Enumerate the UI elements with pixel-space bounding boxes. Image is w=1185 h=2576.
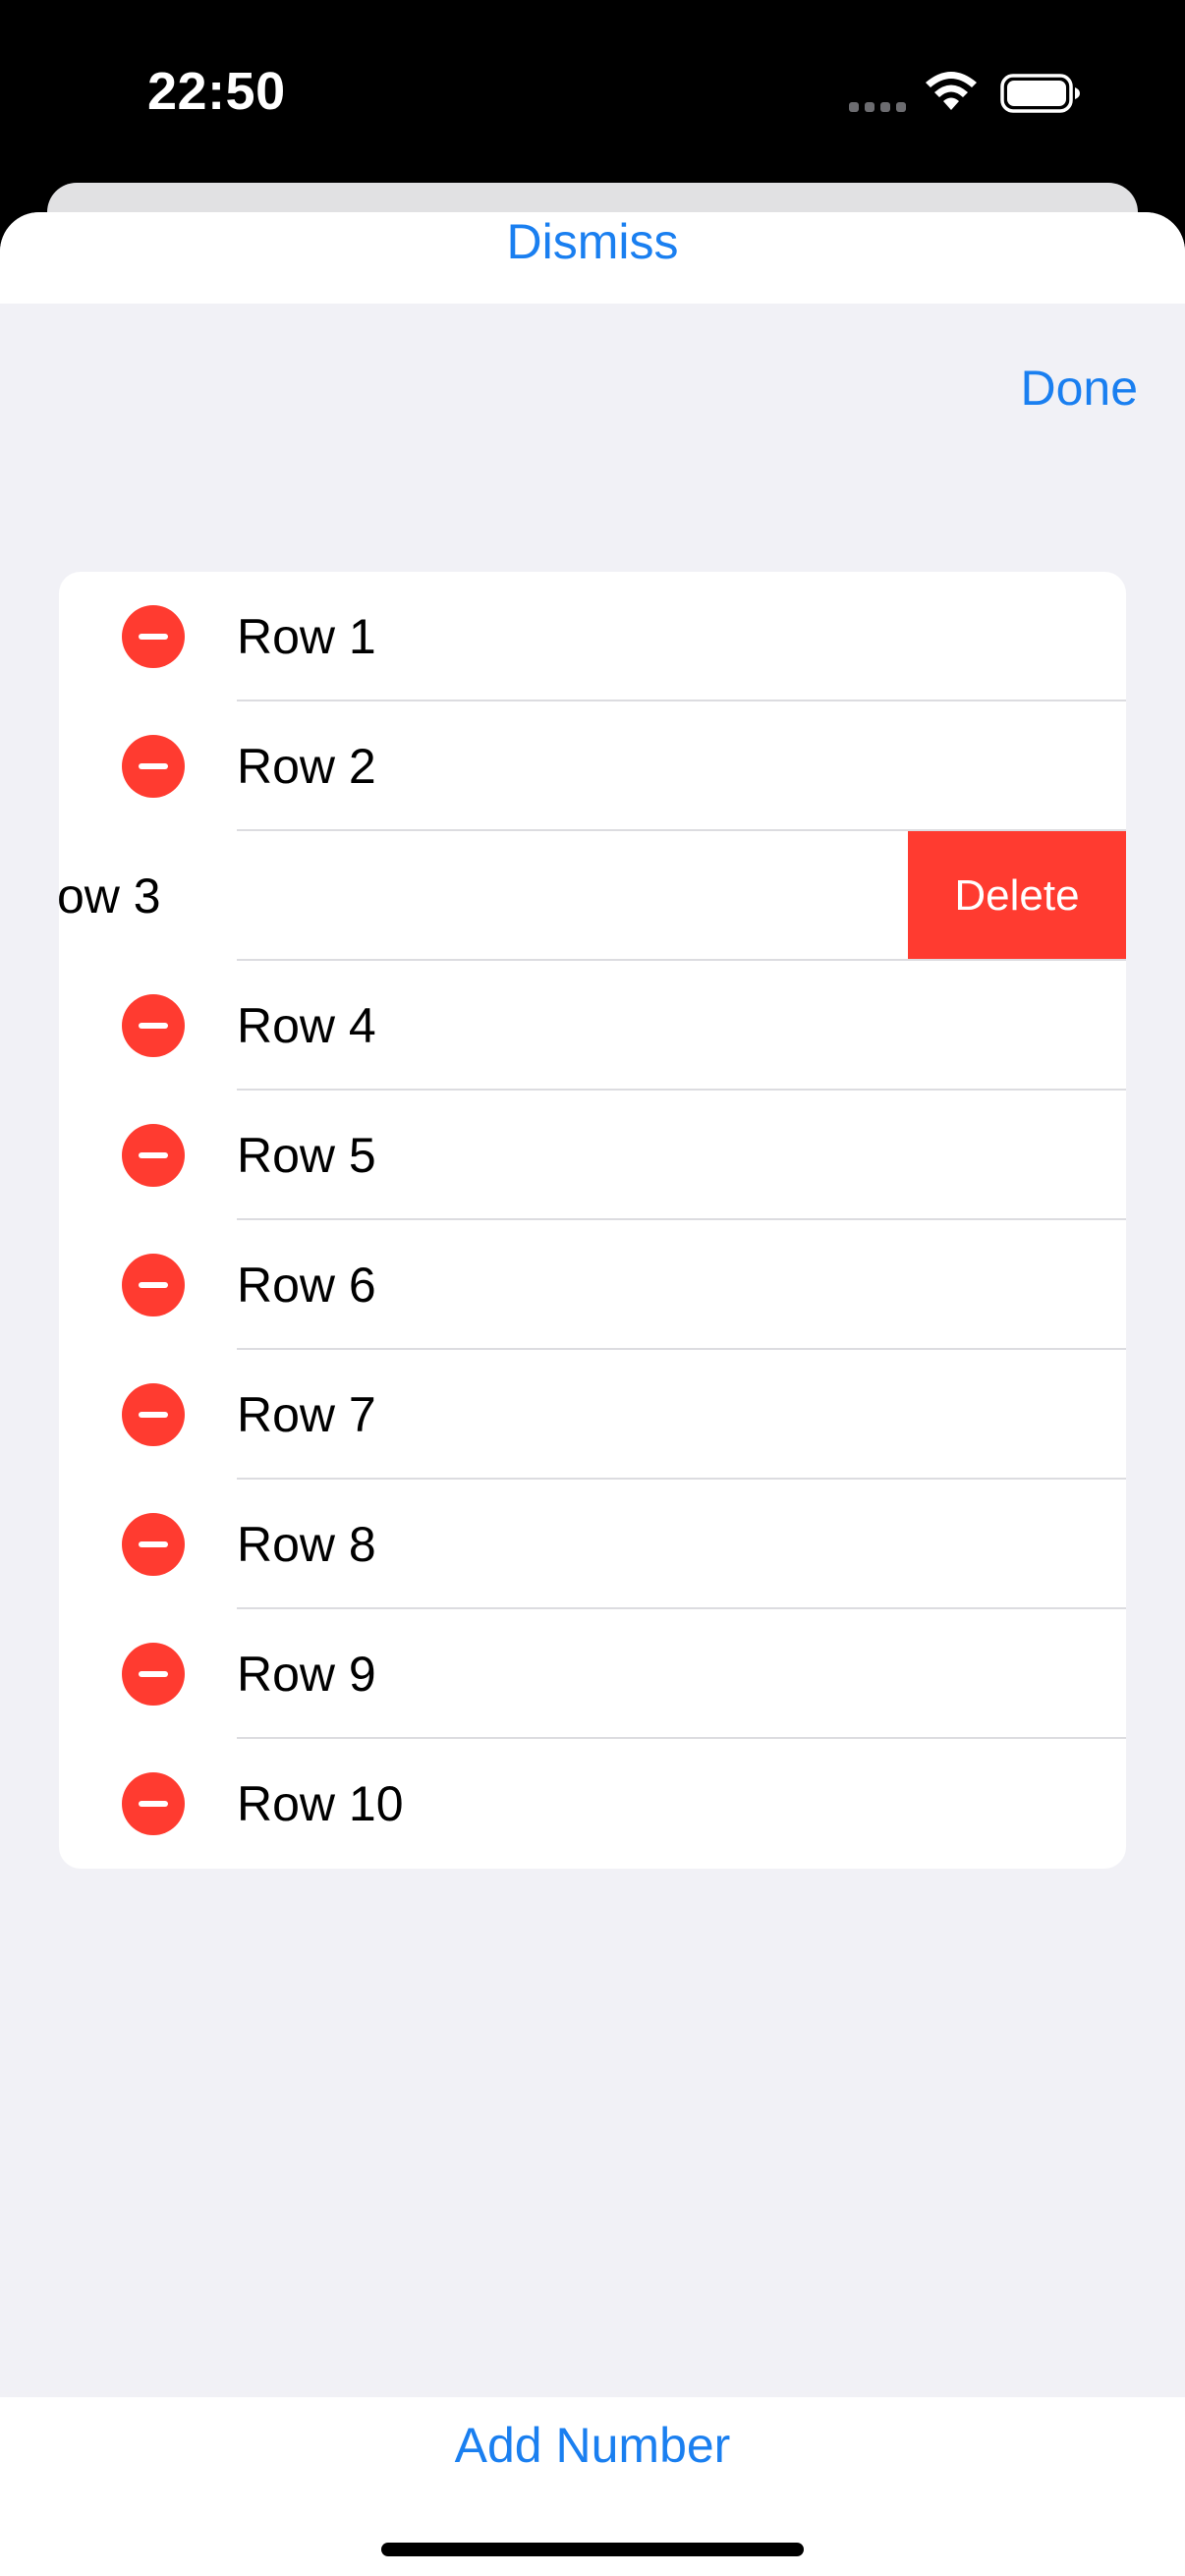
delete-minus-icon[interactable] bbox=[122, 1124, 185, 1187]
status-time: 22:50 bbox=[147, 62, 286, 121]
list-row-2[interactable]: Row 2 bbox=[59, 701, 1126, 831]
row-label: Row 8 bbox=[237, 1517, 376, 1572]
delete-minus-icon[interactable] bbox=[122, 605, 185, 668]
delete-minus-icon[interactable] bbox=[122, 1513, 185, 1576]
delete-minus-icon[interactable] bbox=[122, 994, 185, 1057]
row-label: Row 5 bbox=[237, 1128, 376, 1183]
list-row-5[interactable]: Row 5 bbox=[59, 1091, 1126, 1220]
list-row-7[interactable]: Row 7 bbox=[59, 1350, 1126, 1480]
cellular-signal-icon bbox=[849, 102, 906, 112]
delete-minus-icon[interactable] bbox=[122, 735, 185, 798]
add-number-button[interactable]: Add Number bbox=[0, 2417, 1185, 2474]
row-label: ow 3 bbox=[59, 868, 161, 924]
list-row-6[interactable]: Row 6 bbox=[59, 1220, 1126, 1350]
done-button[interactable]: Done bbox=[1020, 360, 1138, 417]
list-row-1[interactable]: Row 1 bbox=[59, 572, 1126, 701]
delete-button[interactable]: Delete bbox=[908, 831, 1126, 961]
modal-sheet: Dismiss Done Row 1 Row 2 ow 3 Delete Row… bbox=[0, 212, 1185, 2576]
delete-minus-icon[interactable] bbox=[122, 1383, 185, 1446]
list-row-4[interactable]: Row 4 bbox=[59, 961, 1126, 1091]
row-label: Row 6 bbox=[237, 1258, 376, 1313]
row-label: Row 10 bbox=[237, 1776, 404, 1831]
row-label: Row 4 bbox=[237, 998, 376, 1053]
bottom-toolbar: Add Number bbox=[0, 2397, 1185, 2576]
delete-minus-icon[interactable] bbox=[122, 1772, 185, 1835]
status-bar: 22:50 bbox=[0, 0, 1185, 187]
list-row-9[interactable]: Row 9 bbox=[59, 1609, 1126, 1739]
wifi-icon bbox=[926, 72, 977, 110]
delete-minus-icon[interactable] bbox=[122, 1254, 185, 1316]
list-row-8[interactable]: Row 8 bbox=[59, 1480, 1126, 1609]
sheet-header: Dismiss bbox=[0, 212, 1185, 304]
row-label: Row 9 bbox=[237, 1647, 376, 1702]
list-row-3-swiped[interactable]: ow 3 Delete bbox=[59, 831, 1126, 961]
row-label: Row 7 bbox=[237, 1387, 376, 1442]
list-row-10[interactable]: Row 10 bbox=[59, 1739, 1126, 1869]
dismiss-button[interactable]: Dismiss bbox=[0, 212, 1185, 271]
editable-list: Row 1 Row 2 ow 3 Delete Row 4 Row 5 Row … bbox=[59, 572, 1126, 1869]
row-label: Row 2 bbox=[237, 739, 376, 794]
battery-icon bbox=[1000, 74, 1080, 113]
delete-minus-icon[interactable] bbox=[122, 1643, 185, 1706]
row-label: Row 1 bbox=[237, 609, 376, 664]
home-indicator[interactable] bbox=[381, 2543, 804, 2556]
